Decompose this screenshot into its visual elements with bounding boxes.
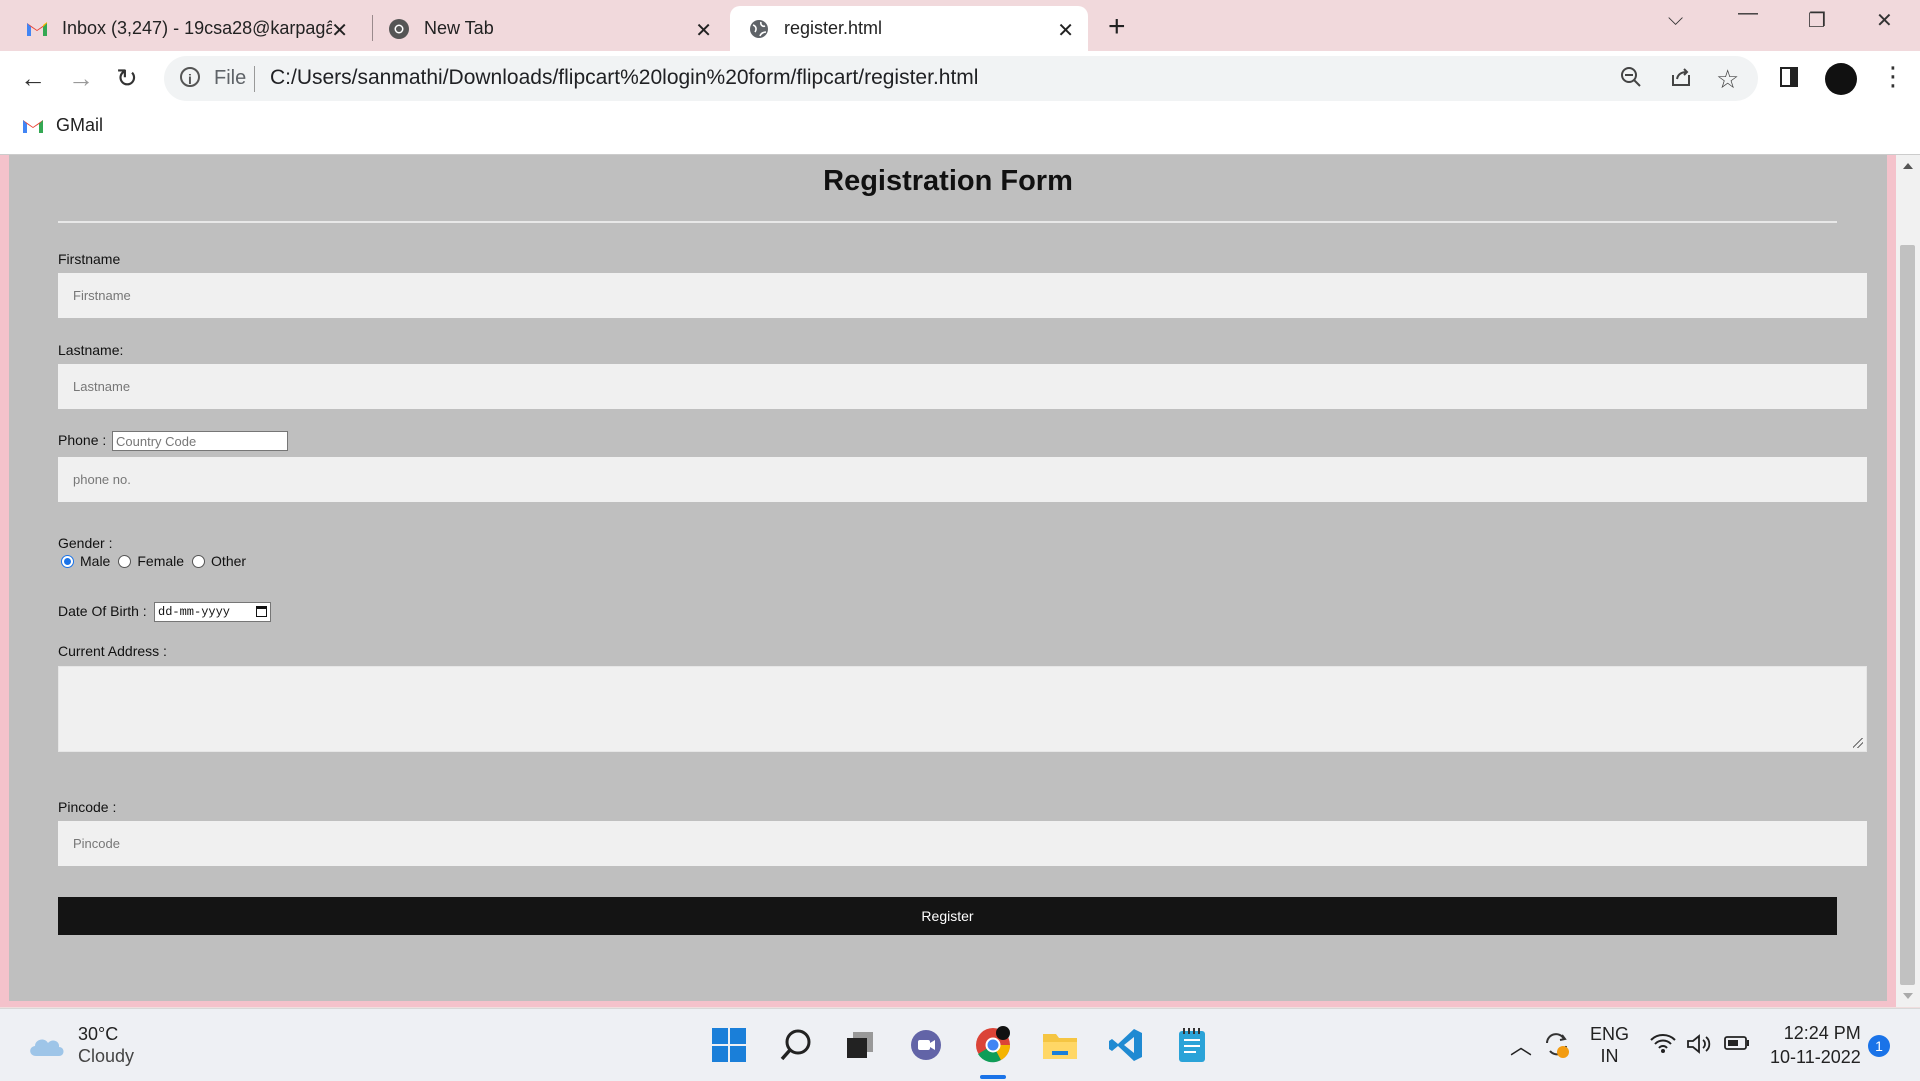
chevron-up-icon[interactable]: ︿ [1510, 1029, 1532, 1061]
new-tab-plus-icon[interactable]: + [1108, 10, 1126, 44]
url-text[interactable]: C:/Users/sanmathi/Downloads/flipcart%20l… [270, 66, 978, 90]
phone-label: Phone : [58, 432, 107, 448]
language-code: ENG [1590, 1024, 1630, 1044]
close-tab-icon[interactable]: ✕ [695, 18, 712, 43]
scrollbar-thumb[interactable] [1900, 245, 1915, 985]
teams-chat-icon[interactable] [906, 1025, 946, 1065]
address-bar[interactable]: i File C:/Users/sanmathi/Downloads/flipc… [164, 56, 1758, 101]
weather-condition: Cloudy [78, 1046, 135, 1066]
active-app-indicator [980, 1075, 1006, 1079]
chrome-icon[interactable] [973, 1025, 1013, 1065]
notification-badge[interactable]: 1 [1868, 1035, 1890, 1057]
windows-taskbar: 30°C Cloudy ︿ ENG IN 12:24 PM 10-11-2022… [0, 1008, 1920, 1081]
address-textarea[interactable] [58, 666, 1867, 752]
tab-title: Inbox (3,247) - 19csa28@karpagâ [62, 18, 332, 38]
menu-kebab-icon[interactable]: ⋮ [1880, 61, 1906, 92]
region-code: IN [1600, 1046, 1619, 1066]
chrome-icon [388, 18, 410, 40]
back-arrow-icon[interactable]: ← [20, 63, 46, 94]
close-tab-icon[interactable]: ✕ [1057, 18, 1074, 43]
pincode-label: Pincode : [58, 799, 117, 815]
scroll-up-arrow-icon[interactable] [1903, 163, 1913, 169]
lastname-input[interactable] [58, 364, 1867, 409]
scheme-label: File [214, 67, 247, 89]
task-view-icon[interactable] [840, 1025, 880, 1065]
tab-new-tab[interactable]: New Tab ✕ [388, 6, 726, 51]
language-indicator[interactable]: ENG IN [1590, 1023, 1629, 1067]
profile-avatar[interactable] [1825, 63, 1857, 95]
sync-status-icon[interactable] [1542, 1031, 1572, 1064]
resize-grip-icon[interactable] [1853, 738, 1863, 748]
phone-input[interactable] [58, 457, 1867, 502]
dob-date-input[interactable]: dd-mm-yyyy [154, 602, 271, 622]
registration-form: Registration Form Firstname Lastname: Ph… [9, 155, 1887, 1001]
clock-time: 12:24 PM [1783, 1023, 1861, 1043]
volume-icon[interactable] [1686, 1033, 1714, 1060]
share-icon[interactable] [1670, 66, 1692, 94]
windows-start-icon[interactable] [709, 1025, 749, 1065]
gender-radio-male[interactable] [61, 554, 74, 568]
country-code-input[interactable] [112, 431, 288, 451]
site-info-icon[interactable]: i [180, 67, 200, 87]
cloud-icon [26, 1032, 66, 1058]
reload-icon[interactable]: ↻ [116, 63, 138, 94]
restore-icon[interactable]: ❐ [1808, 8, 1826, 33]
gender-radio-other[interactable] [192, 554, 206, 568]
bookmark-star-icon[interactable]: ☆ [1716, 64, 1739, 95]
gmail-icon [22, 117, 44, 134]
page-viewport: Registration Form Firstname Lastname: Ph… [0, 155, 1920, 1007]
minimize-icon[interactable]: — [1738, 2, 1758, 25]
forward-arrow-icon[interactable]: → [68, 63, 94, 94]
calendar-icon[interactable] [256, 606, 267, 617]
dob-label: Date Of Birth : [58, 603, 147, 619]
file-explorer-icon[interactable] [1040, 1025, 1080, 1065]
bookmark-label: GMail [56, 115, 104, 135]
firstname-input[interactable] [58, 273, 1867, 318]
address-label: Current Address : [58, 643, 167, 659]
pincode-input[interactable] [58, 821, 1867, 866]
tab-register-active[interactable]: register.html ✕ [730, 6, 1088, 51]
title-divider [58, 221, 1837, 223]
notepad-icon[interactable] [1172, 1025, 1212, 1065]
tab-title: New Tab [424, 18, 494, 38]
zoom-out-icon[interactable] [1620, 66, 1642, 94]
lastname-label: Lastname: [58, 342, 124, 358]
bookmarks-bar: GMail [0, 106, 1920, 155]
close-tab-icon[interactable]: ✕ [331, 18, 348, 43]
weather-temperature: 30°C [78, 1024, 119, 1044]
address-divider [254, 66, 255, 92]
clock-date: 10-11-2022 [1770, 1047, 1861, 1067]
browser-tab-strip: Inbox (3,247) - 19csa28@karpagâ ✕ New Ta… [0, 0, 1920, 51]
register-button[interactable]: Register [58, 897, 1837, 935]
gender-radio-female[interactable] [118, 554, 132, 568]
close-window-icon[interactable]: ✕ [1876, 8, 1893, 33]
dob-placeholder: dd-mm-yyyy [158, 605, 231, 619]
tab-separator [372, 15, 373, 41]
wifi-icon[interactable] [1650, 1033, 1676, 1058]
tab-title: register.html [784, 18, 883, 38]
globe-icon [748, 18, 770, 40]
side-panel-icon[interactable] [1780, 67, 1798, 87]
tab-search-chevron-icon[interactable]: ⌵ [1668, 8, 1683, 31]
form-title: Registration Form [823, 165, 1073, 197]
vscode-icon[interactable] [1106, 1025, 1146, 1065]
page-scrollbar[interactable] [1896, 155, 1920, 1007]
weather-widget[interactable]: 30°C Cloudy [26, 1023, 134, 1067]
scroll-down-arrow-icon[interactable] [1903, 993, 1913, 999]
battery-icon[interactable] [1724, 1035, 1750, 1056]
tab-gmail-inbox[interactable]: Inbox (3,247) - 19csa28@karpagâ ✕ [26, 6, 362, 51]
browser-toolbar: ← → ↻ i File C:/Users/sanmathi/Downloads… [0, 51, 1920, 106]
bookmark-gmail[interactable]: GMail [22, 115, 103, 136]
gender-radio-group: Male Female Other [61, 553, 254, 569]
system-clock[interactable]: 12:24 PM 10-11-2022 [1770, 1021, 1861, 1069]
firstname-label: Firstname [58, 251, 121, 267]
gender-option-label: Female [137, 553, 185, 569]
gender-option-label: Other [211, 553, 247, 569]
gmail-icon [26, 18, 48, 40]
search-icon[interactable] [776, 1025, 816, 1065]
gender-option-label: Male [80, 553, 111, 569]
gender-label: Gender : [58, 535, 113, 551]
